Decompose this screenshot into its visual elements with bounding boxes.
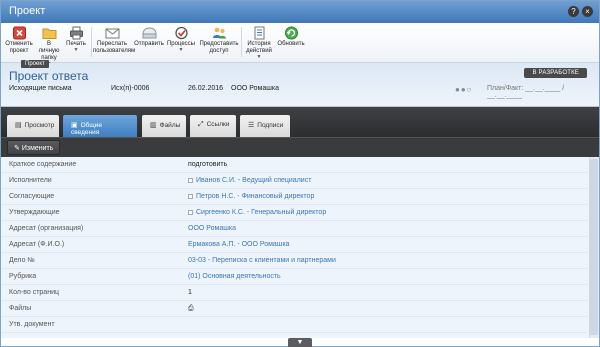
fields-panel: Краткое содержание подготовить Исполните… bbox=[1, 157, 599, 338]
tab-files[interactable]: ▥ Файлы bbox=[142, 115, 186, 137]
expand-down-button[interactable]: ▼ bbox=[288, 338, 312, 347]
field-row: Согласующие Петров Н.С. - Финансовый дир… bbox=[1, 189, 587, 205]
forward-icon bbox=[105, 28, 119, 39]
field-row: Утверждающие Сиргеенко К.С. - Генеральны… bbox=[1, 205, 587, 221]
signatures-icon: ☰ bbox=[248, 122, 255, 129]
chevron-down-icon: ▼ bbox=[178, 47, 184, 53]
chevron-down-icon: ▼ bbox=[73, 47, 79, 53]
field-row: Краткое содержание подготовить bbox=[1, 157, 587, 173]
doc-type: Исходящие письма bbox=[9, 85, 72, 92]
field-row: Адресат (организация) ООО Ромашка bbox=[1, 221, 587, 237]
tab-general-info[interactable]: ▣ Общие сведения bbox=[63, 115, 137, 137]
processes-button[interactable]: Процессы ▼ bbox=[166, 26, 196, 53]
doc-number: Исх(п)-0006 bbox=[111, 85, 150, 92]
document-header: Проект ответа В РАЗРАБОТКЕ Исходящие пис… bbox=[1, 63, 599, 107]
tab-links[interactable]: ⤢ Ссылки bbox=[190, 115, 236, 137]
action-bar: ✎ Изменить bbox=[1, 137, 599, 157]
field-row: Исполнители Иванов С.И. - Ведущий специа… bbox=[1, 173, 587, 189]
grant-access-button[interactable]: Предоставить доступ bbox=[199, 26, 239, 55]
chevron-down-icon: ▼ bbox=[256, 54, 262, 60]
field-row: Файлы ⎙ bbox=[1, 301, 587, 317]
refresh-button[interactable]: Обновить bbox=[277, 26, 305, 48]
app-window: Проект ? × Отменить проект В личную папк… bbox=[0, 0, 600, 347]
tooltip: Проект bbox=[21, 60, 49, 68]
field-row: Дело № 03-03 - Переписка с клиентами и п… bbox=[1, 253, 587, 269]
field-row: Кол-во страниц 1 bbox=[1, 285, 587, 301]
close-icon[interactable]: × bbox=[582, 6, 593, 17]
forward-to-users-button[interactable]: Переслать пользователям bbox=[93, 26, 135, 55]
toolbar: Отменить проект В личную папку ▼ Печать … bbox=[1, 23, 599, 67]
info-icon: ▣ bbox=[71, 122, 78, 129]
edit-button[interactable]: ✎ Изменить bbox=[7, 140, 61, 155]
cancel-project-button[interactable]: Отменить проект bbox=[4, 26, 34, 55]
tabs-bar: ▤ Просмотр ▣ Общие сведения ▥ Файлы ⤢ Ссылки… bbox=[1, 107, 599, 137]
checkbox-icon bbox=[188, 178, 193, 183]
field-row: Адресат (Ф.И.О.) Ермакова А.П. - ООО Ром… bbox=[1, 237, 587, 253]
doc-date: 26.02.2016 bbox=[188, 85, 224, 92]
print-icon bbox=[69, 26, 83, 40]
window-title: Проект bbox=[9, 5, 46, 17]
files-icon: ▥ bbox=[150, 122, 157, 129]
send-button[interactable]: Отправить bbox=[134, 26, 164, 48]
view-icon: ▤ bbox=[15, 122, 22, 129]
doc-organization: ООО Ромашка bbox=[231, 85, 279, 92]
title-bar: Проект ? × bbox=[1, 1, 599, 23]
toolbar-divider bbox=[91, 27, 92, 57]
checkbox-icon bbox=[188, 194, 193, 199]
chevron-down-icon: ▼ bbox=[296, 339, 304, 346]
scrollbar-thumb[interactable] bbox=[590, 159, 598, 335]
field-row: Рубрика (01) Основная деятельность bbox=[1, 269, 587, 285]
toolbar-divider bbox=[241, 27, 242, 57]
help-icon[interactable]: ? bbox=[568, 6, 579, 17]
refresh-icon bbox=[284, 26, 298, 40]
print-button[interactable]: Печать ▼ bbox=[65, 26, 87, 53]
share-access-icon bbox=[212, 27, 226, 39]
progress-dots: ●●○ bbox=[455, 85, 473, 94]
page-title: Проект ответа bbox=[9, 69, 89, 83]
links-icon: ⤢ bbox=[198, 121, 204, 128]
history-icon bbox=[254, 26, 264, 40]
attachment-icon[interactable]: ⎙ bbox=[188, 305, 194, 313]
plan-fact: План/Факт: __.__.____ / __.__.____ bbox=[487, 85, 565, 99]
status-badge: В РАЗРАБОТКЕ bbox=[524, 68, 587, 78]
folder-icon bbox=[42, 28, 56, 39]
history-button[interactable]: История действий ▼ bbox=[244, 26, 274, 60]
pencil-icon: ✎ bbox=[14, 145, 20, 152]
tab-view[interactable]: ▤ Просмотр bbox=[7, 115, 59, 137]
tab-signatures[interactable]: ☰ Подписи bbox=[240, 115, 290, 137]
cancel-icon bbox=[12, 26, 26, 40]
checkbox-icon bbox=[188, 210, 193, 215]
send-icon bbox=[142, 27, 156, 39]
processes-icon bbox=[174, 26, 188, 40]
field-row: Утв. документ bbox=[1, 317, 587, 333]
